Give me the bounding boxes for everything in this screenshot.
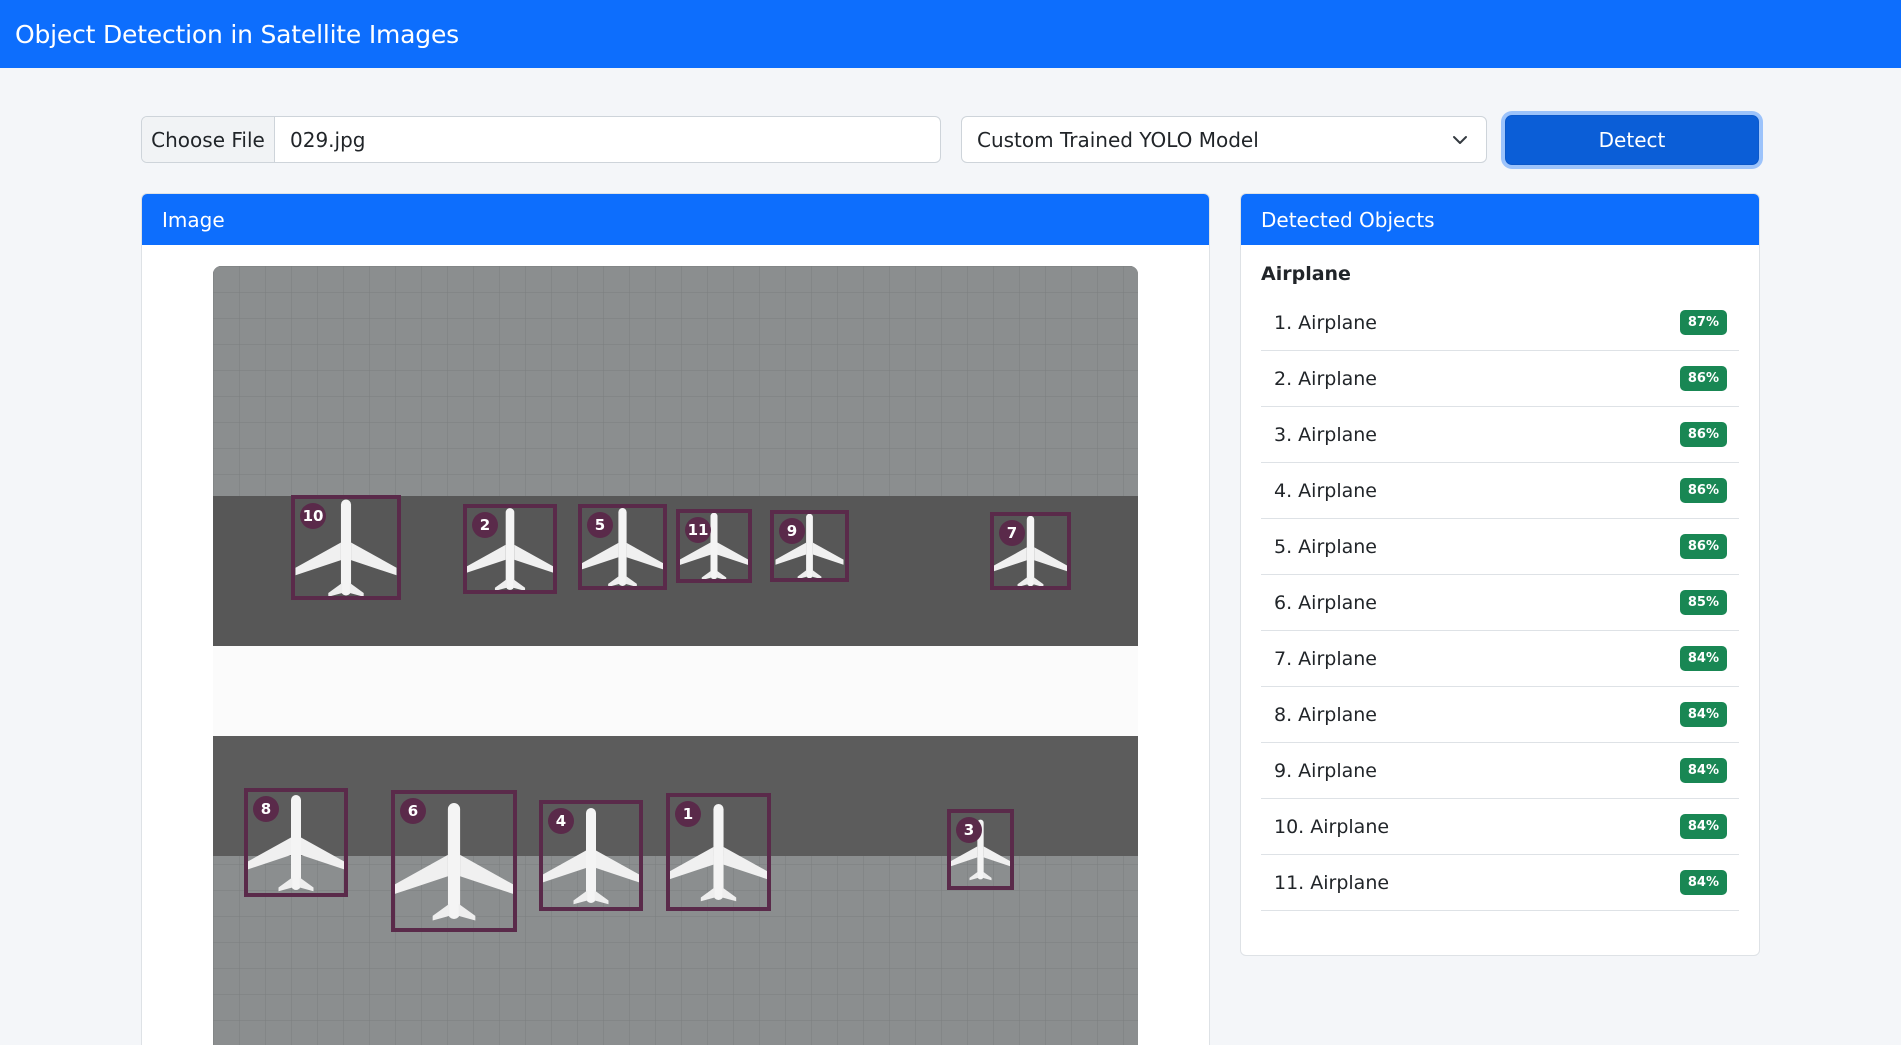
detection-label: 10. Airplane (1274, 815, 1390, 838)
detection-label: 5. Airplane (1274, 535, 1377, 558)
choose-file-button[interactable]: Choose File (142, 117, 275, 162)
detection-label: 8. Airplane (1274, 703, 1377, 726)
detection-label: 7. Airplane (1274, 647, 1377, 670)
detections-panel-title: Detected Objects (1241, 194, 1759, 245)
detection-label: 2. Airplane (1274, 367, 1377, 390)
detection-label: 4. Airplane (1274, 479, 1377, 502)
satellite-image: 1 2 3 4 5 6 7 8 9 10 11 (213, 266, 1138, 1045)
detection-item[interactable]: 10. Airplane 84% (1261, 799, 1739, 855)
detection-number-label: 9 (787, 522, 797, 540)
detection-number-label: 11 (688, 521, 709, 539)
detection-number-label: 10 (303, 507, 324, 525)
navbar: Object Detection in Satellite Images (0, 0, 1901, 68)
detection-item[interactable]: 3. Airplane 86% (1261, 407, 1739, 463)
detection-number-label: 5 (595, 516, 605, 534)
detection-item[interactable]: 5. Airplane 86% (1261, 519, 1739, 575)
selected-file-name[interactable]: 029.jpg (275, 117, 940, 162)
detection-item[interactable]: 1. Airplane 87% (1261, 295, 1739, 351)
detection-label: 6. Airplane (1274, 591, 1377, 614)
image-panel-title: Image (142, 194, 1209, 245)
detect-button[interactable]: Detect (1505, 115, 1759, 165)
confidence-badge: 84% (1679, 758, 1727, 783)
detection-label: 9. Airplane (1274, 759, 1377, 782)
chevron-down-icon (1453, 135, 1467, 144)
detection-item[interactable]: 11. Airplane 84% (1261, 855, 1739, 911)
confidence-badge: 86% (1679, 422, 1727, 447)
confidence-badge: 86% (1679, 534, 1727, 559)
detection-label: 1. Airplane (1274, 311, 1377, 334)
app-title[interactable]: Object Detection in Satellite Images (15, 20, 459, 49)
confidence-badge: 87% (1679, 310, 1727, 335)
detection-item[interactable]: 6. Airplane 85% (1261, 575, 1739, 631)
confidence-badge: 85% (1679, 590, 1727, 615)
detection-number-label: 7 (1007, 524, 1017, 542)
detection-item[interactable]: 4. Airplane 86% (1261, 463, 1739, 519)
confidence-badge: 84% (1679, 702, 1727, 727)
detection-number-label: 6 (408, 802, 418, 820)
detection-number-label: 3 (964, 821, 974, 839)
detection-item[interactable]: 8. Airplane 84% (1261, 687, 1739, 743)
detection-item[interactable]: 7. Airplane 84% (1261, 631, 1739, 687)
detection-number-label: 2 (480, 516, 490, 534)
confidence-badge: 86% (1679, 478, 1727, 503)
detection-number-label: 1 (683, 805, 693, 823)
file-input[interactable]: Choose File 029.jpg (141, 116, 941, 163)
detection-item[interactable]: 9. Airplane 84% (1261, 743, 1739, 799)
confidence-badge: 86% (1679, 366, 1727, 391)
confidence-badge: 84% (1679, 870, 1727, 895)
detection-group-title: Airplane (1261, 263, 1351, 285)
confidence-badge: 84% (1679, 814, 1727, 839)
model-select[interactable]: Custom Trained YOLO Model (961, 116, 1487, 163)
detection-item[interactable]: 2. Airplane 86% (1261, 351, 1739, 407)
detection-number-label: 4 (556, 812, 566, 830)
detection-number-label: 8 (261, 800, 271, 818)
image-panel: Image 1 2 3 4 5 6 7 8 9 10 11 (141, 193, 1210, 1045)
detection-label: 3. Airplane (1274, 423, 1377, 446)
model-select-value: Custom Trained YOLO Model (977, 127, 1259, 152)
detection-label: 11. Airplane (1274, 871, 1390, 894)
confidence-badge: 84% (1679, 646, 1727, 671)
detection-list: 1. Airplane 87% 2. Airplane 86% 3. Airplan… (1261, 295, 1739, 911)
detections-panel: Detected Objects Airplane 1. Airplane 87%… (1240, 193, 1760, 956)
